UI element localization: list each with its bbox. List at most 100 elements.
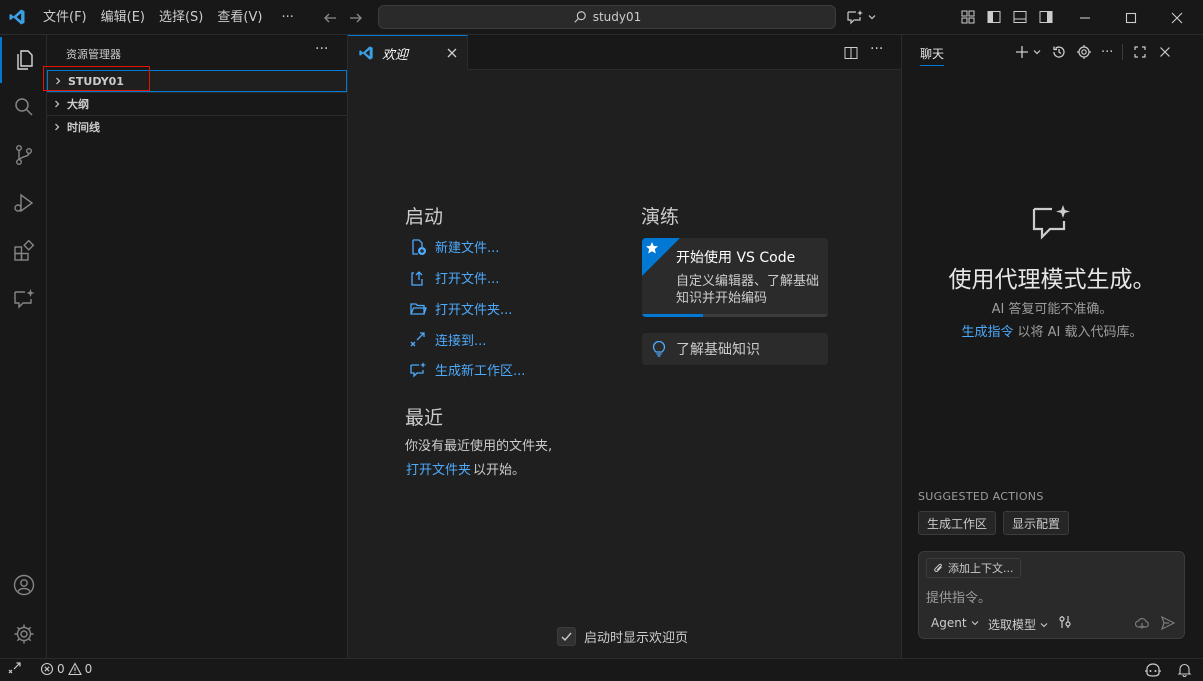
open-file-action[interactable]: 打开文件... <box>409 268 499 287</box>
account-icon <box>12 573 36 597</box>
maximize-icon[interactable] <box>1123 10 1139 26</box>
menu-edit[interactable]: 编辑(E) <box>94 0 152 35</box>
accounts-activity[interactable] <box>0 562 47 608</box>
suggested-show-config-button[interactable]: 显示配置 <box>1003 511 1070 535</box>
files-icon <box>13 48 37 72</box>
toggle-secondary-sidebar-icon[interactable] <box>1038 9 1054 25</box>
show-on-startup-checkbox[interactable] <box>557 627 576 646</box>
agent-label: Agent <box>931 616 967 630</box>
back-arrow-icon[interactable] <box>322 10 338 26</box>
remote-icon[interactable] <box>8 662 22 676</box>
paperclip-icon <box>933 563 944 574</box>
lightbulb-icon <box>652 341 666 357</box>
extensions-activity[interactable] <box>0 228 47 274</box>
chat-tab[interactable]: 聊天 <box>920 45 945 66</box>
recent-open-folder-link[interactable]: 打开文件夹 <box>406 459 471 478</box>
sidebar-more-button[interactable]: ··· <box>315 41 328 57</box>
open-folder-link[interactable]: 打开文件夹... <box>435 299 512 318</box>
recent-heading: 最近 <box>405 407 444 429</box>
walkthrough-card[interactable]: 开始使用 VS Code 自定义编辑器、了解基础 知识并开始编码 <box>642 238 828 317</box>
tree-item-outline[interactable]: 大纲 <box>47 93 347 115</box>
toggle-primary-sidebar-icon[interactable] <box>986 9 1002 25</box>
maximize-icon[interactable] <box>1132 44 1148 60</box>
recent-empty-text: 你没有最近使用的文件夹, <box>405 439 553 454</box>
run-debug-activity[interactable] <box>0 180 47 226</box>
chevron-down-icon[interactable] <box>1032 47 1042 57</box>
learn-basics-card[interactable]: 了解基础知识 <box>642 333 828 365</box>
model-picker[interactable]: 选取模型 <box>988 616 1049 633</box>
new-file-link[interactable]: 新建文件... <box>435 237 499 256</box>
toggle-panel-icon[interactable] <box>1012 9 1028 25</box>
chat-disclaimer: AI 答复可能不准确。 <box>991 302 1113 317</box>
gear-icon[interactable] <box>1076 44 1092 60</box>
chat-more-button[interactable]: ··· <box>1101 45 1113 60</box>
command-center-search[interactable]: study01 <box>378 5 836 29</box>
close-icon[interactable] <box>445 46 459 60</box>
new-file-icon <box>409 238 427 256</box>
walkthrough-desc-line2: 知识并开始编码 <box>676 291 768 306</box>
tree-item-label: 大纲 <box>67 98 89 111</box>
customize-layout-icon[interactable] <box>960 9 976 25</box>
walkthrough-progress-fill <box>642 314 704 317</box>
model-label: 选取模型 <box>988 618 1037 632</box>
chevron-down-icon <box>970 618 980 628</box>
history-icon[interactable] <box>1051 44 1067 60</box>
check-icon <box>561 632 572 642</box>
chat-sparkle-icon <box>1030 203 1072 241</box>
generate-suffix: 以将 AI 载入代码库。 <box>1017 325 1143 340</box>
welcome-page: 启动 新建文件... 打开文件... 打开文件夹... 连接到... 生成新工作… <box>348 70 901 658</box>
add-context-button[interactable]: 添加上下文... <box>926 558 1021 578</box>
menu-selection[interactable]: 选择(S) <box>152 0 210 35</box>
title-bar: 文件(F) 编辑(E) 选择(S) 查看(V) ··· study01 <box>0 0 1203 35</box>
open-folder-action[interactable]: 打开文件夹... <box>409 299 512 318</box>
tree-item-timeline[interactable]: 时间线 <box>47 116 347 138</box>
connect-to-action[interactable]: 连接到... <box>409 330 486 349</box>
explorer-activity[interactable] <box>0 37 47 83</box>
plus-icon[interactable] <box>1014 44 1030 60</box>
generate-workspace-link[interactable]: 生成新工作区... <box>435 360 525 379</box>
send-icon[interactable] <box>1160 615 1176 631</box>
chevron-right-icon <box>47 122 67 132</box>
menu-more-button[interactable]: ··· <box>269 0 305 35</box>
chat-activity[interactable] <box>0 276 47 322</box>
bell-icon[interactable] <box>1177 662 1192 677</box>
generate-instructions-link[interactable]: 生成指令 <box>961 321 1013 340</box>
copilot-chat-toggle[interactable] <box>846 9 877 25</box>
show-on-startup-row[interactable]: 启动时显示欢迎页 <box>557 627 688 646</box>
manage-activity[interactable] <box>0 611 47 657</box>
copilot-icon[interactable] <box>1144 662 1162 678</box>
editor-more-button[interactable]: ··· <box>870 41 883 57</box>
suggested-generate-workspace-button[interactable]: 生成工作区 <box>918 511 997 535</box>
source-control-icon <box>12 143 36 167</box>
run-debug-icon <box>12 191 36 215</box>
chat-sparkle-icon <box>409 361 427 379</box>
agent-mode-picker[interactable]: Agent <box>931 616 980 630</box>
recent-open-folder-line: 打开文件夹 以开始。 <box>406 459 525 478</box>
chat-input-field[interactable]: 提供指令。 <box>926 587 991 606</box>
activity-bar <box>0 35 47 658</box>
cloud-icon[interactable] <box>1134 615 1150 631</box>
menu-bar: 文件(F) 编辑(E) 选择(S) 查看(V) ··· <box>36 0 306 35</box>
search-activity[interactable] <box>0 84 47 130</box>
minimize-icon[interactable] <box>1077 10 1093 26</box>
problems-indicator[interactable]: 0 0 <box>40 662 92 676</box>
generate-workspace-action[interactable]: 生成新工作区... <box>409 360 525 379</box>
source-control-activity[interactable] <box>0 132 47 178</box>
chevron-right-icon <box>47 99 67 109</box>
split-editor-icon[interactable] <box>843 45 859 61</box>
connect-to-link[interactable]: 连接到... <box>435 330 486 349</box>
chat-sparkle-icon <box>846 9 864 25</box>
open-file-link[interactable]: 打开文件... <box>435 268 499 287</box>
close-icon[interactable] <box>1157 44 1173 60</box>
walkthrough-title: 开始使用 VS Code <box>676 250 796 266</box>
menu-file[interactable]: 文件(F) <box>36 0 94 35</box>
menu-view[interactable]: 查看(V) <box>210 0 269 35</box>
tools-icon[interactable] <box>1058 614 1074 630</box>
forward-arrow-icon[interactable] <box>348 10 364 26</box>
tab-welcome[interactable]: 欢迎 <box>348 35 468 70</box>
chat-headline: 使用代理模式生成。 <box>948 267 1156 293</box>
layout-controls <box>960 9 1054 25</box>
close-window-icon[interactable] <box>1169 10 1185 26</box>
new-file-action[interactable]: 新建文件... <box>409 237 499 256</box>
search-icon <box>12 95 36 119</box>
